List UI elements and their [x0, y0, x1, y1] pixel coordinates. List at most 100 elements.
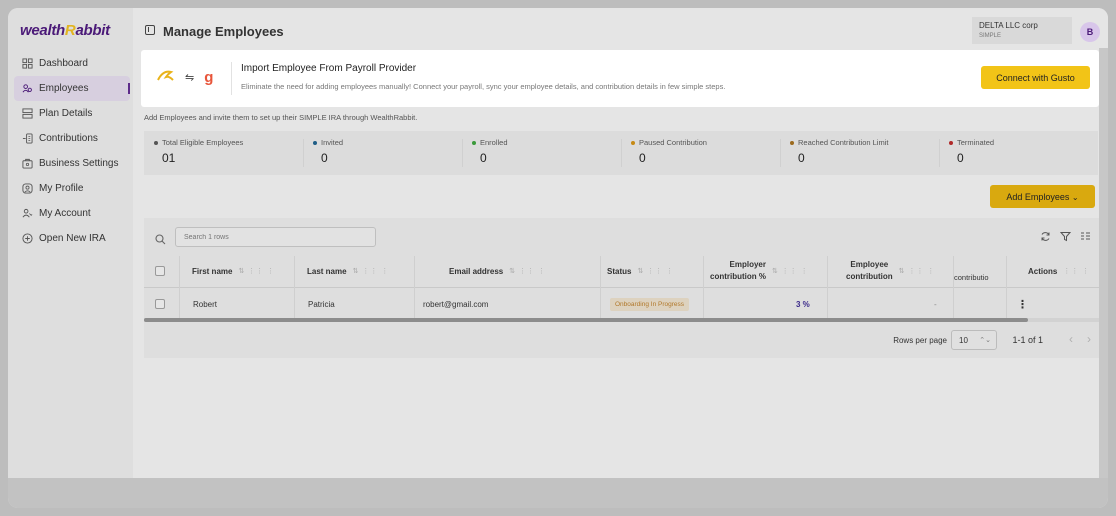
profile-icon [21, 183, 33, 195]
column-label: Employee [850, 260, 889, 269]
sidebar-item-label: Dashboard [39, 58, 88, 69]
stat-label-row: Terminated [949, 138, 1098, 147]
row-select-cell [155, 290, 165, 318]
gusto-logo-icon: g [204, 68, 214, 86]
column-email[interactable]: Email address ⇅ ⋮⋮ ⋮ [449, 254, 546, 288]
column-actions: Actions ⋮⋮ ⋮ [1028, 254, 1090, 288]
column-label: Actions [1028, 266, 1058, 276]
cell-email: robert@gmail.com [423, 299, 489, 309]
swap-arrows-icon: ⇋ [185, 71, 195, 84]
column-menu-icon[interactable]: ⋮⋮ ⋮ [1063, 267, 1090, 275]
stat-label-row: Reached Contribution Limit [790, 138, 939, 147]
stat-value: 0 [321, 151, 328, 165]
table-header: First name ⇅ ⋮⋮ ⋮ Last name ⇅ ⋮⋮ ⋮ Email a… [144, 254, 1099, 288]
row-actions-icon[interactable]: ⋮ [1017, 290, 1028, 318]
stat-label-row: Total Eligible Employees [154, 138, 303, 147]
connect-gusto-button[interactable]: Connect with Gusto [981, 66, 1090, 89]
stat-value: 0 [480, 151, 487, 165]
stat-enrolled: Enrolled 0 [462, 131, 621, 175]
search-input[interactable] [175, 227, 376, 247]
status-dot [472, 140, 476, 145]
wealthrabbit-logo[interactable]: wealthRabbit [20, 22, 110, 39]
add-employees-label: Add Employees [1006, 191, 1070, 202]
cell-first-name: Robert [193, 299, 218, 309]
org-name: DELTA LLC corp [979, 21, 1038, 30]
bottom-gutter [8, 478, 1108, 508]
sidebar-toggle-icon[interactable] [145, 25, 155, 35]
stat-label: Total Eligible Employees [162, 138, 244, 147]
app-window: wealthRabbit Dashboard Employees Plan De… [8, 8, 1108, 508]
column-label-stack: Employee contribution [846, 259, 893, 283]
column-label: First name [192, 266, 233, 276]
employees-table-card: First name ⇅ ⋮⋮ ⋮ Last name ⇅ ⋮⋮ ⋮ Email a… [144, 218, 1099, 358]
pager: ‹ › [1069, 332, 1091, 346]
sidebar-item-label: Contributions [39, 133, 98, 144]
sort-icon[interactable]: ⇅ ⋮⋮ ⋮ [772, 267, 809, 275]
sort-icon[interactable]: ⇅ ⋮⋮ ⋮ [899, 267, 936, 275]
stat-label-row: Paused Contribution [631, 138, 780, 147]
sidebar-item-label: Business Settings [39, 158, 119, 169]
stat-label-row: Invited [313, 138, 462, 147]
contributions-icon [21, 133, 33, 145]
banner-title: Import Employee From Payroll Provider [241, 63, 417, 74]
column-status[interactable]: Status ⇅ ⋮⋮ ⋮ [607, 254, 674, 288]
table-pagination: Rows per page 10 ⌃⌄ 1-1 of 1 ‹ › [144, 322, 1099, 358]
select-caret-icon: ⌃⌄ [979, 337, 991, 344]
cell-status: Onboarding In Progress [610, 290, 690, 318]
next-page-icon[interactable]: › [1087, 332, 1091, 346]
org-switcher[interactable]: DELTA LLC corp SIMPLE [972, 17, 1072, 44]
column-label-stack: Employer contribution % [710, 259, 766, 283]
column-label: contribution [846, 272, 893, 281]
avatar[interactable]: B [1080, 22, 1100, 42]
table-toolbar [1039, 230, 1091, 242]
columns-icon[interactable] [1079, 230, 1091, 242]
status-dot [631, 140, 635, 145]
stat-label: Enrolled [480, 138, 508, 147]
column-first-name[interactable]: First name ⇅ ⋮⋮ ⋮ [192, 254, 275, 288]
employee-stats: Total Eligible Employees 01 Invited 0 En… [144, 131, 1098, 175]
column-label: Employer [729, 260, 766, 269]
status-dot [313, 140, 317, 145]
intro-text: Add Employees and invite them to set up … [144, 113, 418, 122]
sort-icon[interactable]: ⇅ ⋮⋮ ⋮ [637, 267, 674, 275]
sidebar-item-label: Employees [39, 83, 89, 94]
stat-label: Paused Contribution [639, 138, 707, 147]
sidebar-item-business-settings[interactable]: Business Settings [14, 151, 130, 176]
sidebar-item-employees[interactable]: Employees [14, 76, 130, 101]
status-dot [790, 140, 794, 145]
refresh-icon[interactable] [1039, 230, 1051, 242]
payroll-import-banner: ⇋ g Import Employee From Payroll Provide… [141, 50, 1099, 107]
sidebar-item-open-new-ira[interactable]: Open New IRA [14, 226, 130, 251]
row-checkbox[interactable] [155, 299, 165, 309]
stat-value: 01 [162, 151, 176, 165]
sort-icon[interactable]: ⇅ ⋮⋮ ⋮ [353, 267, 390, 275]
sort-icon[interactable]: ⇅ ⋮⋮ ⋮ [509, 267, 546, 275]
sidebar-item-plan-details[interactable]: Plan Details [14, 101, 130, 126]
column-employer-contribution[interactable]: Employer contribution % ⇅ ⋮⋮ ⋮ [710, 254, 809, 288]
sidebar-item-my-profile[interactable]: My Profile [14, 176, 130, 201]
cell-employee-contribution: - [934, 299, 937, 309]
account-icon [21, 208, 33, 220]
column-contribution[interactable]: contributio [954, 260, 989, 294]
plan-icon [21, 108, 33, 120]
stat-value: 0 [798, 151, 805, 165]
sidebar-item-dashboard[interactable]: Dashboard [14, 51, 130, 76]
select-all-checkbox[interactable] [155, 266, 165, 276]
page-info: 1-1 of 1 [1012, 335, 1043, 345]
prev-page-icon[interactable]: ‹ [1069, 332, 1073, 346]
status-badge: Onboarding In Progress [610, 297, 690, 311]
sidebar-item-my-account[interactable]: My Account [14, 201, 130, 226]
sort-icon[interactable]: ⇅ ⋮⋮ ⋮ [238, 267, 275, 275]
table-row[interactable]: Robert Patricia robert@gmail.com Onboard… [144, 290, 1099, 318]
rows-per-page-select[interactable]: 10 ⌃⌄ [951, 330, 997, 350]
select-all-cell [155, 254, 165, 288]
filter-icon[interactable] [1059, 230, 1071, 242]
search-icon [155, 232, 166, 250]
logo-text-left: wealth [20, 22, 65, 39]
sidebar-item-contributions[interactable]: Contributions [14, 126, 130, 151]
column-employee-contribution[interactable]: Employee contribution ⇅ ⋮⋮ ⋮ [846, 254, 935, 288]
column-last-name[interactable]: Last name ⇅ ⋮⋮ ⋮ [307, 254, 389, 288]
users-icon [21, 83, 33, 95]
logo-text-r: R [64, 22, 76, 39]
add-employees-button[interactable]: Add Employees ⌄ [990, 185, 1095, 208]
